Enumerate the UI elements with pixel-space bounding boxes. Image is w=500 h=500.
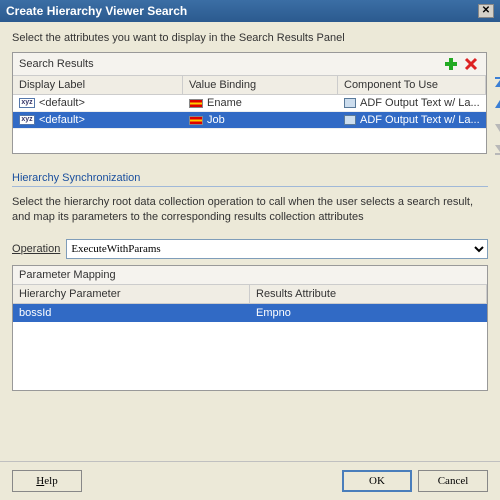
operation-label: Operation (12, 243, 60, 255)
param-mapping-header-row: Hierarchy Parameter Results Attribute (13, 285, 487, 304)
param-row[interactable]: bossId Empno (13, 304, 487, 322)
cancel-button[interactable]: Cancel (418, 470, 488, 492)
hsync-instruction: Select the hierarchy root data collectio… (12, 195, 488, 225)
binding-icon (189, 116, 203, 125)
help-button[interactable]: Help (12, 470, 82, 492)
add-icon[interactable] (442, 56, 460, 72)
move-bottom-icon (491, 140, 500, 158)
delete-icon[interactable] (462, 56, 480, 72)
binding-icon (189, 99, 203, 108)
hsync-title: Hierarchy Synchronization (12, 172, 488, 186)
col-component: Component To Use (338, 76, 486, 94)
param-mapping-header: Parameter Mapping (13, 266, 487, 285)
attr-icon: xyz (19, 98, 35, 108)
component-icon (344, 115, 356, 125)
operation-select[interactable]: ExecuteWithParams (66, 239, 488, 259)
move-down-icon (491, 118, 500, 136)
col-results-attr: Results Attribute (250, 285, 487, 303)
title-bar: Create Hierarchy Viewer Search ✕ (0, 0, 500, 22)
col-value-binding: Value Binding (183, 76, 338, 94)
results-header-row: Display Label Value Binding Component To… (13, 76, 486, 95)
col-display-label: Display Label (13, 76, 183, 94)
move-up-icon[interactable] (491, 96, 500, 114)
component-icon (344, 98, 356, 108)
table-row[interactable]: xyz<default> Job ADF Output Text w/ La..… (13, 112, 486, 129)
close-button[interactable]: ✕ (478, 4, 494, 18)
dialog-title: Create Hierarchy Viewer Search (6, 4, 187, 18)
attr-icon: xyz (19, 115, 35, 125)
button-bar: Help OK Cancel (0, 461, 500, 500)
ok-button[interactable]: OK (342, 470, 412, 492)
divider (12, 186, 488, 187)
col-hierarchy-param: Hierarchy Parameter (13, 285, 250, 303)
table-row[interactable]: xyz<default> Ename ADF Output Text w/ La… (13, 95, 486, 112)
move-top-icon[interactable] (491, 74, 500, 92)
search-results-header: Search Results (19, 58, 94, 70)
instruction-text: Select the attributes you want to displa… (12, 32, 488, 44)
